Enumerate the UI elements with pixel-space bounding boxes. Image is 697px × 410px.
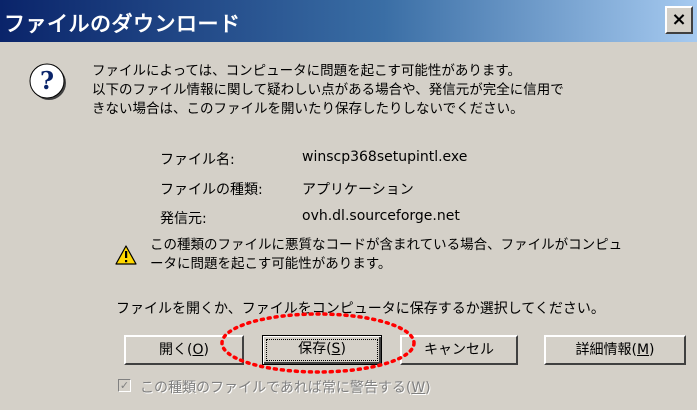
- file-name-label: ファイル名:: [160, 152, 235, 168]
- file-type-value: アプリケーション: [302, 182, 414, 198]
- question-icon: ?: [29, 63, 66, 100]
- close-icon: ×: [671, 9, 687, 30]
- warning-line: 以下のファイル情報に関して疑わしい点がある場合や、発信元が完全に信用で: [92, 82, 564, 98]
- always-ask-label: この種類のファイルであれば常に警告する(W): [140, 380, 431, 396]
- action-prompt: ファイルを開くか、ファイルをコンピュータに保存するか選択してください。: [116, 301, 605, 317]
- warning-line: ファイルによっては、コンピュータに問題を起こす可能性があります。: [92, 63, 522, 79]
- caution-text: この種類のファイルに悪質なコードが含まれている場合、ファイルがコンピュ ータに問…: [150, 236, 680, 274]
- file-type-label: ファイルの種類:: [160, 182, 263, 198]
- cancel-button[interactable]: キャンセル: [400, 335, 518, 365]
- title-bar[interactable]: ファイルのダウンロード ×: [0, 0, 697, 42]
- publisher-value: ovh.dl.sourceforge.net: [302, 208, 460, 224]
- security-warning-text: ファイルによっては、コンピュータに問題を起こす可能性があります。 以下のファイル…: [92, 62, 682, 119]
- warning-triangle-icon: [115, 245, 137, 265]
- save-button[interactable]: 保存(S): [262, 335, 382, 365]
- more-info-button[interactable]: 詳細情報(M): [544, 335, 686, 365]
- file-name-value: winscp368setupintl.exe: [302, 149, 468, 165]
- window-title: ファイルのダウンロード: [4, 12, 241, 36]
- open-button[interactable]: 開く(O): [124, 335, 244, 365]
- warning-line: きない場合は、このファイルを開いたり保存したりしないでください。: [92, 101, 524, 117]
- close-button[interactable]: ×: [665, 6, 693, 34]
- caution-line: この種類のファイルに悪質なコードが含まれている場合、ファイルがコンピュ: [150, 237, 623, 253]
- caution-line: ータに問題を起こす可能性があります。: [150, 256, 392, 272]
- publisher-label: 発信元:: [160, 211, 207, 227]
- download-dialog: ファイルのダウンロード × ? ファイルによっては、コンピュータに問題を起こす可…: [0, 0, 697, 410]
- svg-text:?: ?: [40, 66, 54, 95]
- always-ask-checkbox[interactable]: ✓: [118, 379, 131, 392]
